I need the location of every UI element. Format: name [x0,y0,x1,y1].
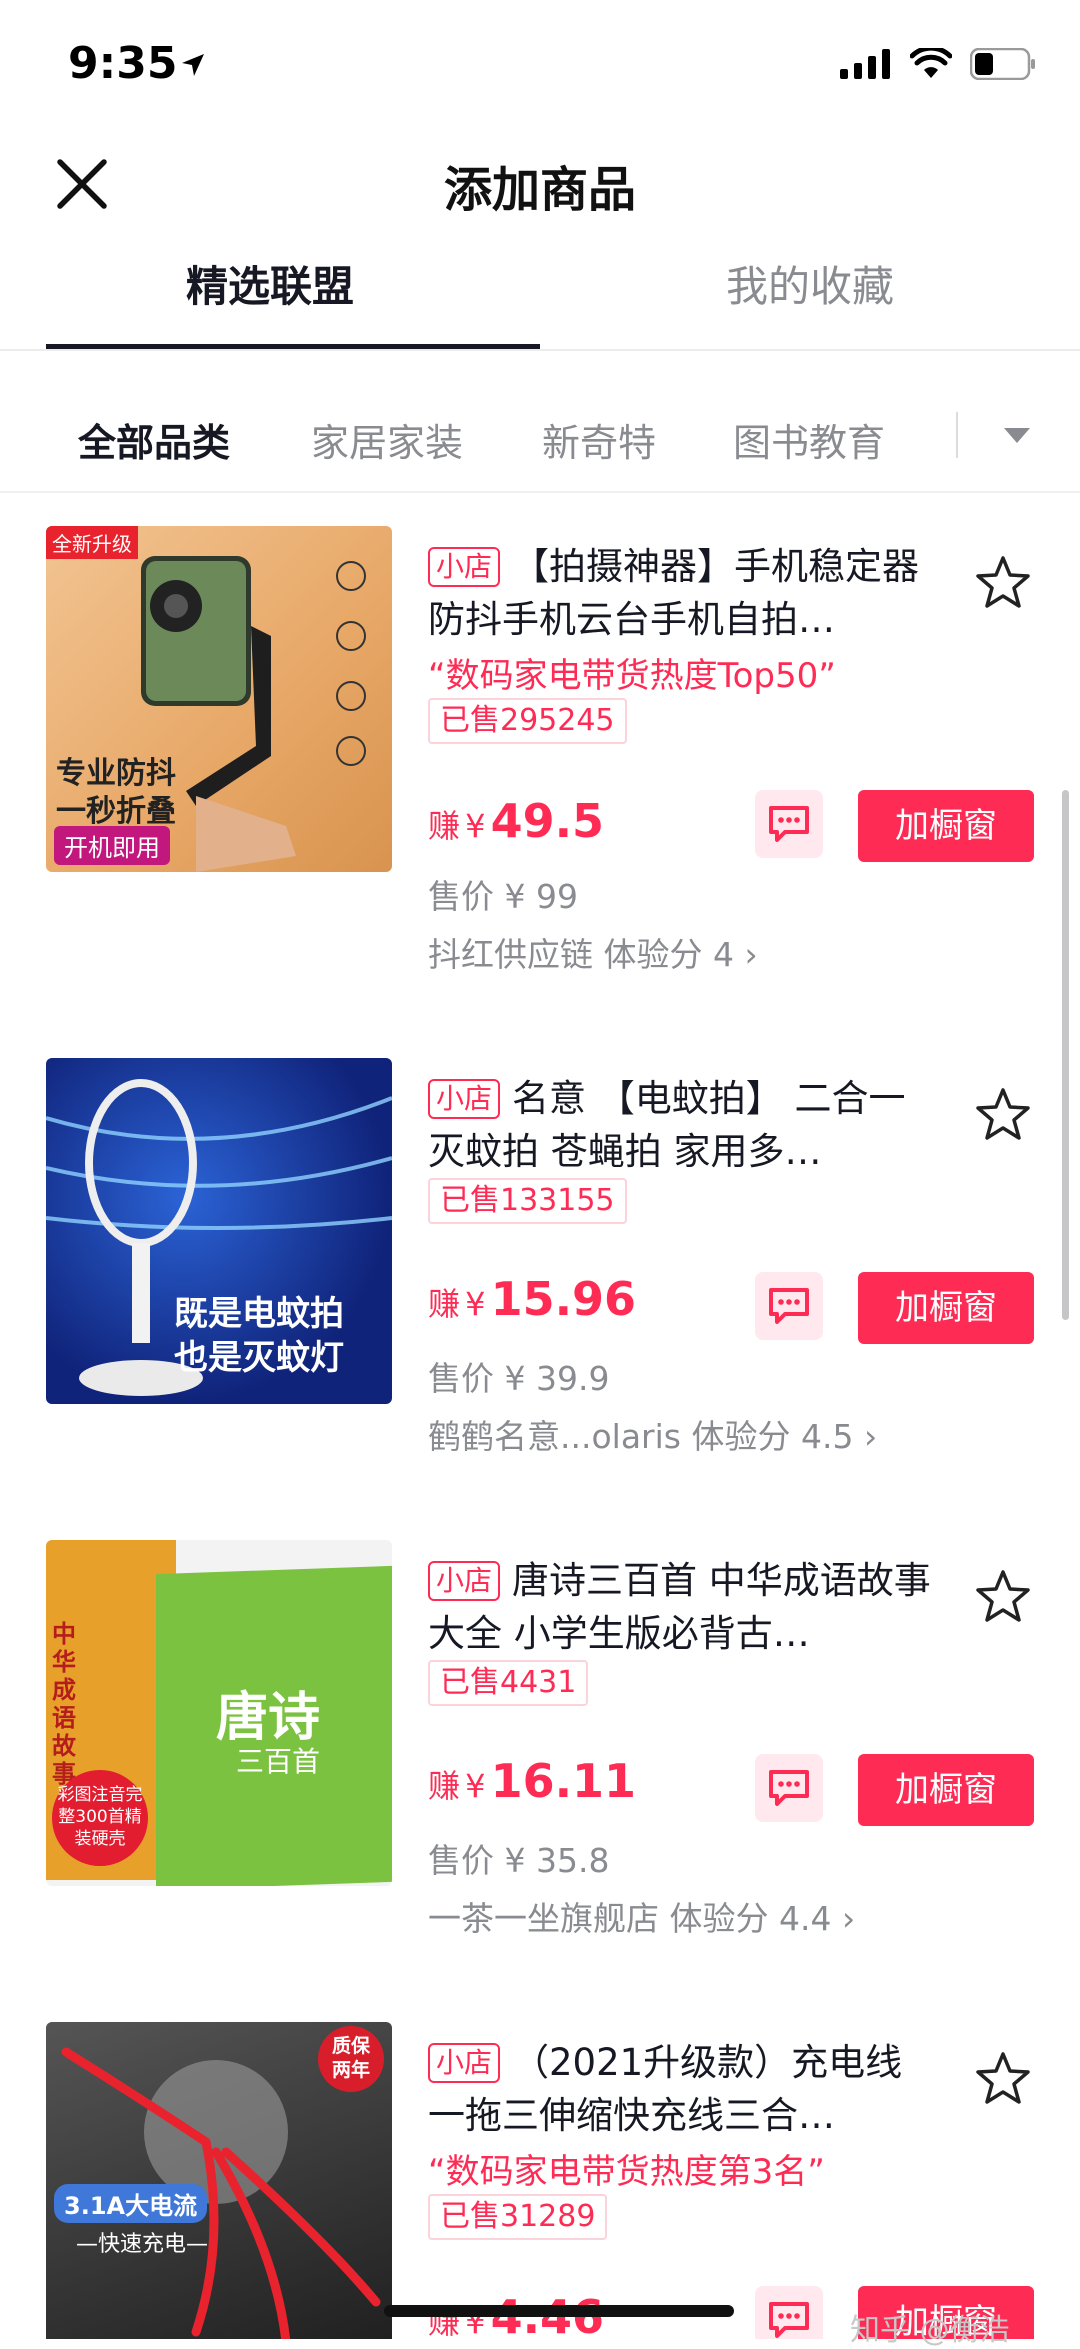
signal-icon [840,49,890,79]
page-title: 添加商品 [443,162,636,218]
tab-my-favorites[interactable]: 我的收藏 [540,245,1080,349]
status-icons [840,48,1036,80]
battery-icon [970,48,1035,80]
product-card[interactable]: 中华成语故事 唐诗 三百首 彩图注音完整300首精装硬壳 小店 唐诗三百首 中华成… [0,1540,1080,2022]
commission: 赚 ¥ 16.11 [428,1754,637,1808]
chat-button[interactable] [755,1272,823,1340]
category-divider [0,491,1080,493]
chat-icon [769,806,809,842]
sold-count: 已售133155 [428,1178,627,1224]
product-title[interactable]: 小店 唐诗三百首 中华成语故事大全 小学生版必背古… [428,1554,938,1660]
wifi-icon [910,48,952,78]
image-badge: 全新升级 [46,526,138,559]
product-image[interactable]: 既是电蚊拍 也是灭蚊灯 [46,1058,392,1404]
product-title[interactable]: 小店 （2021升级款）充电线一拖三伸缩快充线三合… [428,2036,938,2142]
chat-icon [769,1288,809,1324]
product-title[interactable]: 小店 名意 【电蚊拍】 二合一灭蚊拍 苍蝇拍 家用多… [428,1072,938,1178]
image-text: —快速充电— [76,2232,209,2257]
sold-count: 已售31289 [428,2194,608,2240]
tab-bar: 精选联盟 我的收藏 [0,245,1080,349]
sale-price: 售价 ¥ 99 [428,877,578,916]
chat-icon [769,1770,809,1806]
favorite-button[interactable] [972,552,1034,614]
sold-count: 已售295245 [428,698,627,744]
favorite-button[interactable] [972,2048,1034,2110]
home-indicator[interactable] [384,2305,734,2317]
favorite-button[interactable] [972,1566,1034,1628]
shop-tag: 小店 [428,547,501,587]
image-text: 中华成语故事 [52,1620,76,1788]
product-card[interactable]: 全新升级 专业防抖 一秒折叠 开机即用 小店 【拍摄神器】手机稳定器防抖手机云台手… [0,526,1080,1008]
rank-label: “数码家电带货热度第3名” [428,2152,825,2192]
tab-selected-alliance[interactable]: 精选联盟 [0,245,540,349]
image-text: 开机即用 [54,826,170,865]
product-card[interactable]: 既是电蚊拍 也是灭蚊灯 小店 名意 【电蚊拍】 二合一灭蚊拍 苍蝇拍 家用多… 已… [0,1058,1080,1540]
sold-count: 已售4431 [428,1660,589,1706]
image-text: 也是灭蚊灯 [174,1338,344,1378]
watermark: 知乎 @衡浩 [850,2313,1010,2348]
star-icon [976,1088,1030,1140]
image-badge: 彩图注音完整300首精装硬壳 [52,1770,148,1866]
rank-label: “数码家电带货热度Top50” [428,656,836,696]
location-icon [180,52,206,82]
sale-price: 售价 ¥ 35.8 [428,1841,610,1880]
category-bar: 全部品类 家居家装 新奇特 图书教育 [0,400,1080,480]
favorite-button[interactable] [972,1084,1034,1146]
image-badge: 质保 两年 [318,2026,384,2092]
scrollbar[interactable] [1062,790,1069,1320]
shop-tag: 小店 [428,2043,501,2083]
add-to-showcase-button[interactable]: 加橱窗 [858,1272,1034,1344]
commission: 赚 ¥ 15.96 [428,1272,637,1326]
supplier-info[interactable]: 抖红供应链 体验分 4 › [428,928,758,976]
image-text: 一秒折叠 [56,794,176,829]
star-icon [976,1570,1030,1622]
image-text: 既是电蚊拍 [174,1294,344,1334]
chevron-right-icon: › [744,935,758,974]
add-to-showcase-button[interactable]: 加橱窗 [858,1754,1034,1826]
product-title[interactable]: 小店 【拍摄神器】手机稳定器防抖手机云台手机自拍… [428,540,938,646]
supplier-info[interactable]: 一茶一坐旗舰店 体验分 4.4 › [428,1892,855,1940]
product-image[interactable]: 全新升级 专业防抖 一秒折叠 开机即用 [46,526,392,872]
product-card[interactable]: 质保 两年 3.1A大电流 —快速充电— 小店 （2021升级款）充电线一拖三伸缩快… [0,2022,1080,2339]
chevron-right-icon: › [863,1417,878,1456]
chat-icon [769,2302,809,2338]
supplier-info[interactable]: 鹤鹤名意...olaris 体验分 4.5 › [428,1410,877,1458]
chevron-right-icon: › [841,1899,856,1938]
shop-tag: 小店 [428,1079,501,1119]
sale-price: 售价 ¥ 39.9 [428,1359,610,1398]
shop-tag: 小店 [428,1561,501,1601]
image-text: 3.1A大电流 [54,2184,208,2223]
category-books[interactable]: 图书教育 [733,412,885,467]
product-image[interactable]: 中华成语故事 唐诗 三百首 彩图注音完整300首精装硬壳 [46,1540,392,1886]
category-all[interactable]: 全部品类 [78,412,230,467]
chat-button[interactable] [755,2286,823,2339]
chat-button[interactable] [755,1754,823,1822]
image-text: 唐诗 [216,1688,321,1748]
image-text: 三百首 [236,1745,321,1778]
chat-button[interactable] [755,790,823,858]
chevron-down-icon[interactable] [1004,428,1030,443]
category-novelty[interactable]: 新奇特 [542,412,656,467]
status-time: 9:35 [68,38,178,89]
product-image[interactable]: 质保 两年 3.1A大电流 —快速充电— [46,2022,392,2339]
category-separator [956,412,958,458]
star-icon [976,2052,1030,2104]
commission: 赚 ¥ 49.5 [428,794,605,848]
tab-divider [0,349,1080,351]
category-home[interactable]: 家居家装 [311,412,463,467]
star-icon [976,556,1030,608]
add-to-showcase-button[interactable]: 加橱窗 [858,790,1034,862]
